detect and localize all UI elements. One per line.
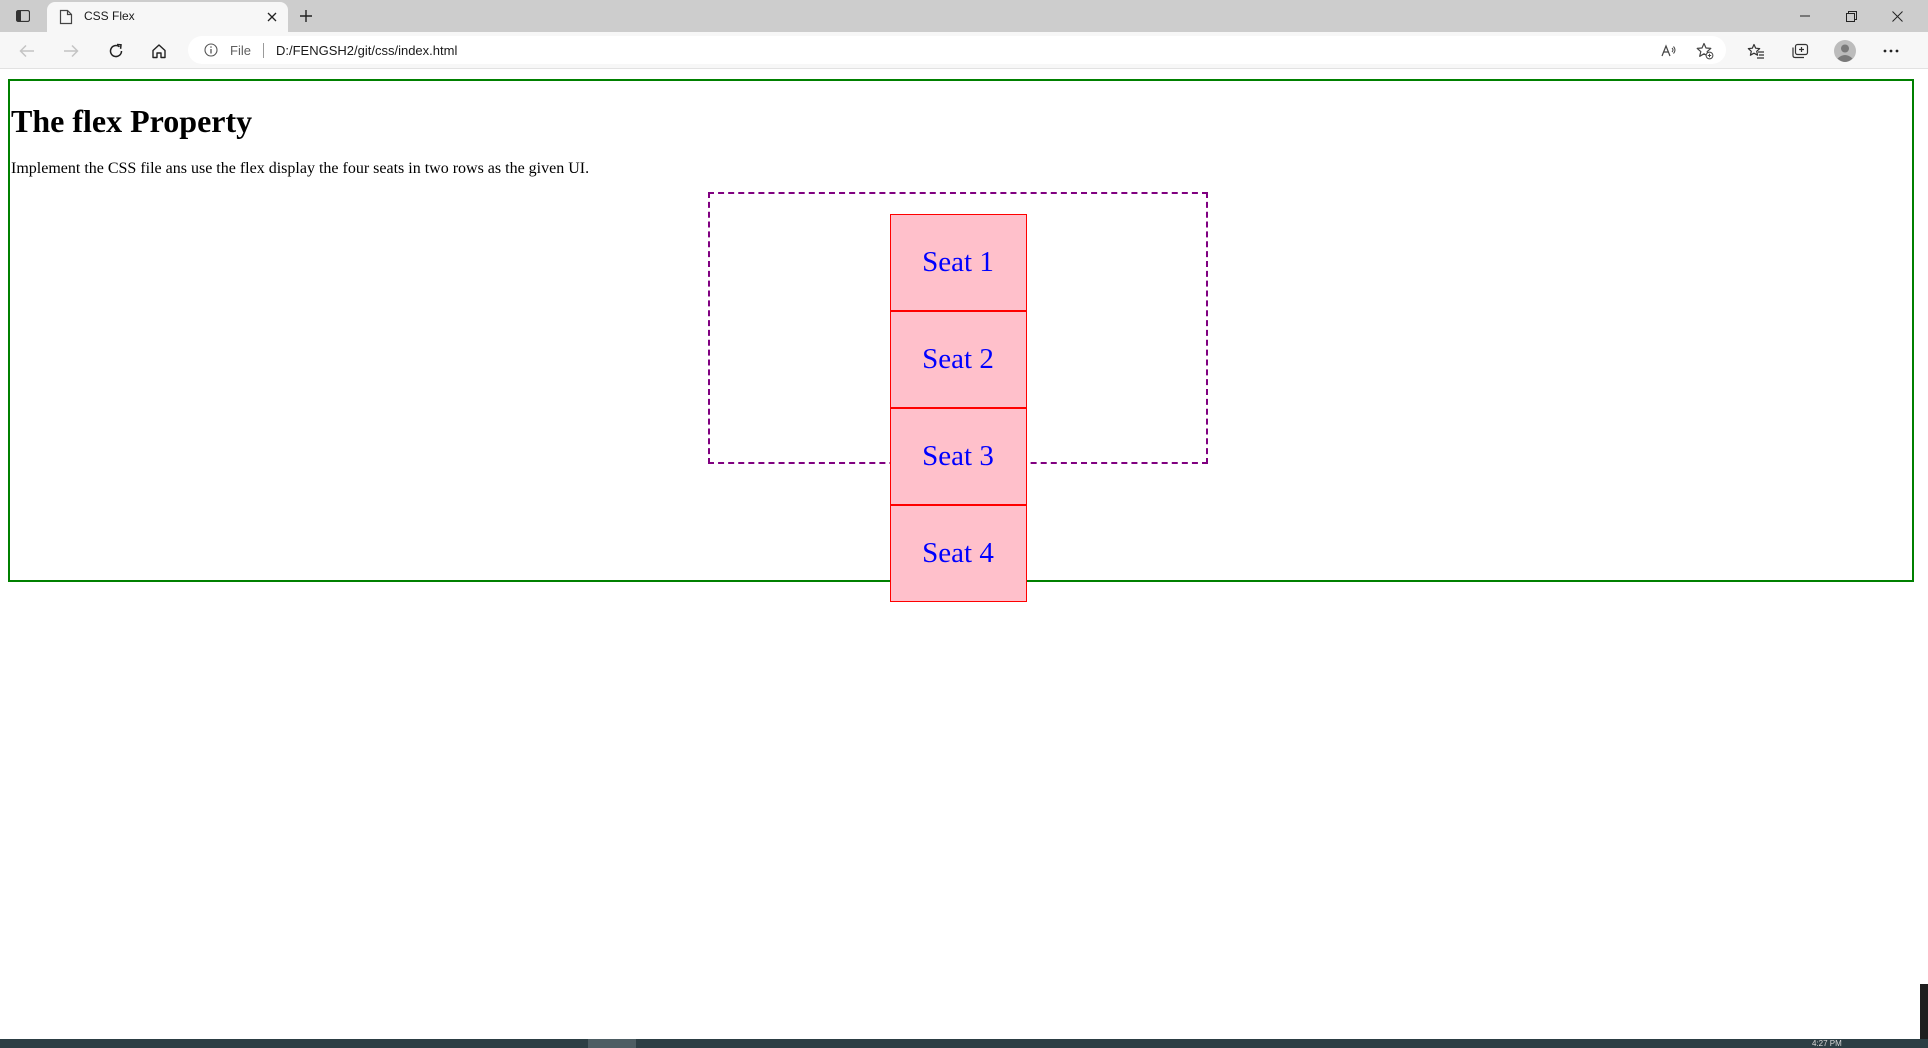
taskbar-clock: 4:27 PM [1812, 1040, 1842, 1048]
page-viewport: The flex Property Implement the CSS file… [0, 69, 1920, 1039]
restore-button[interactable] [1828, 0, 1874, 32]
taskbar: 4:27 PM [0, 1039, 1928, 1048]
minimize-icon [1800, 15, 1810, 17]
seat-container: Seat 1 Seat 2 Seat 3 Seat 4 [708, 192, 1208, 602]
close-icon [267, 12, 277, 22]
star-add-icon [1696, 42, 1714, 60]
reload-icon [109, 43, 123, 58]
read-aloud-button[interactable] [1658, 40, 1680, 62]
avatar-icon [1834, 40, 1856, 62]
seat-3: Seat 3 [889, 408, 1027, 505]
restore-icon [1845, 10, 1857, 22]
tab-strip: CSS Flex [0, 0, 1928, 32]
favorites-button[interactable] [1743, 38, 1769, 64]
favorites-icon [1747, 43, 1764, 59]
address-divider [263, 43, 264, 58]
arrow-right-icon [64, 44, 79, 58]
page-icon [59, 9, 73, 25]
arrow-left-icon [19, 44, 34, 58]
new-tab-button[interactable] [295, 5, 317, 27]
close-icon [1891, 10, 1903, 22]
taskbar-app-button[interactable] [588, 1039, 636, 1048]
page-title: The flex Property [11, 103, 253, 139]
tab-actions-button[interactable] [12, 7, 34, 25]
read-aloud-icon [1661, 44, 1676, 57]
tab-css-flex[interactable]: CSS Flex [47, 2, 288, 32]
minimize-button[interactable] [1782, 0, 1828, 32]
reload-button[interactable] [103, 38, 129, 64]
address-bar[interactable]: File D:/FENGSH2/git/css/index.html [188, 36, 1726, 64]
back-button[interactable] [14, 38, 40, 64]
vertical-scrollbar[interactable] [1920, 69, 1928, 1039]
url-text[interactable]: D:/FENGSH2/git/css/index.html [276, 43, 457, 58]
tab-title: CSS Flex [84, 9, 135, 23]
tab-actions-icon [16, 10, 30, 22]
scrollbar-thumb[interactable] [1920, 984, 1928, 1039]
scheme-label: File [230, 43, 251, 58]
tab-close-button[interactable] [263, 8, 281, 26]
more-icon [1883, 49, 1899, 53]
seat-1: Seat 1 [889, 214, 1027, 311]
plus-icon [300, 10, 312, 22]
home-icon [152, 44, 166, 59]
collections-button[interactable] [1787, 38, 1813, 64]
profile-button[interactable] [1832, 38, 1858, 64]
browser-window: CSS Flex File D:/FENGSH2/git/css/index.h… [0, 0, 1928, 1048]
seat-4: Seat 4 [889, 505, 1027, 602]
window-close-button[interactable] [1874, 0, 1920, 32]
info-icon[interactable] [204, 43, 218, 57]
browser-toolbar: File D:/FENGSH2/git/css/index.html [0, 32, 1928, 69]
menu-button[interactable] [1878, 38, 1904, 64]
seat-2: Seat 2 [889, 311, 1027, 408]
add-favorite-button[interactable] [1694, 40, 1716, 62]
page-description: Implement the CSS file ans use the flex … [11, 160, 590, 177]
forward-button[interactable] [58, 38, 84, 64]
collections-icon [1792, 43, 1809, 59]
outer-container: The flex Property Implement the CSS file… [8, 79, 1914, 602]
home-button[interactable] [146, 38, 172, 64]
